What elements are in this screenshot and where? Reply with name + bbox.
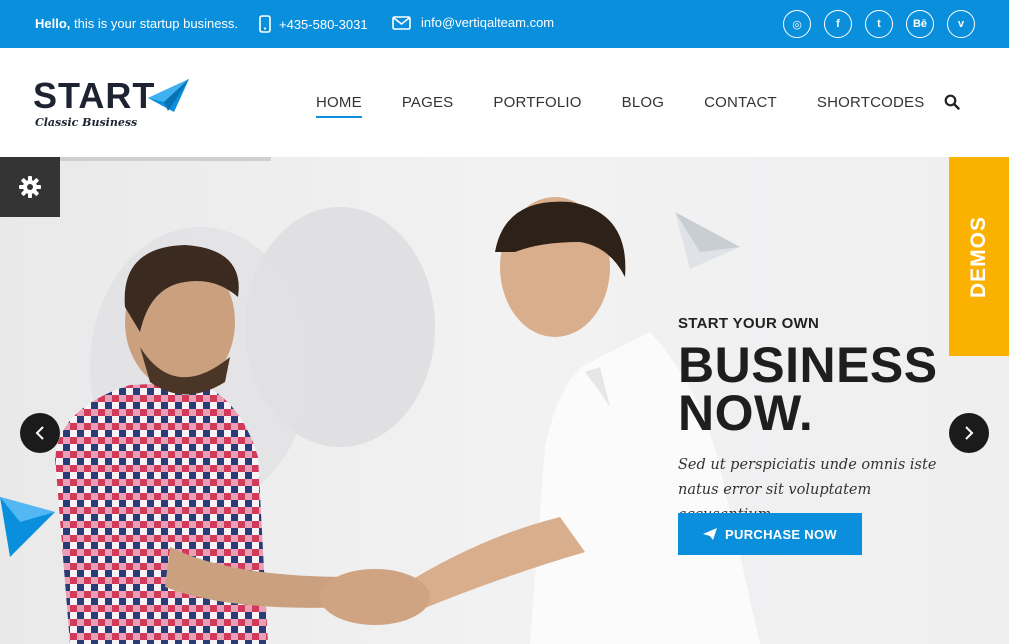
social-links: ◎ f t Bē v xyxy=(783,10,975,38)
main-nav: HOME PAGES PORTFOLIO BLOG CONTACT SHORTC… xyxy=(316,94,964,118)
hero-title-line1: BUSINESS xyxy=(678,337,938,393)
envelope-icon xyxy=(392,15,411,30)
hero-kicker: START YOUR OWN xyxy=(678,315,820,332)
settings-toggle[interactable] xyxy=(0,157,60,217)
top-email[interactable]: info@vertiqalteam.com xyxy=(392,15,554,30)
nav-shortcodes[interactable]: SHORTCODES xyxy=(817,94,925,118)
top-greeting: Hello, this is your startup business. xyxy=(35,16,239,31)
logo-wordmark: START xyxy=(33,75,156,116)
top-bar: Hello, this is your startup business. +4… xyxy=(0,0,1009,48)
demos-label: DEMOS xyxy=(967,215,991,298)
nav-blog[interactable]: BLOG xyxy=(622,94,664,118)
facebook-icon[interactable]: f xyxy=(824,10,852,38)
hero-title: BUSINESS NOW. xyxy=(678,337,938,441)
behance-icon[interactable]: Bē xyxy=(906,10,934,38)
vimeo-icon[interactable]: v xyxy=(947,10,975,38)
purchase-now-label: PURCHASE NOW xyxy=(725,526,837,542)
phone-number: +435-580-3031 xyxy=(279,16,368,32)
nav-portfolio[interactable]: PORTFOLIO xyxy=(493,94,581,118)
twitter-icon[interactable]: t xyxy=(865,10,893,38)
chevron-left-icon xyxy=(35,426,44,440)
paper-plane-icon xyxy=(703,528,718,540)
phone-icon xyxy=(259,15,271,33)
logo[interactable]: START Classic Business xyxy=(33,75,189,129)
search-icon xyxy=(944,94,960,110)
email-address: info@vertiqalteam.com xyxy=(421,15,555,30)
logo-tagline: Classic Business xyxy=(35,116,138,129)
nav-home[interactable]: HOME xyxy=(316,94,362,118)
top-phone[interactable]: +435-580-3031 xyxy=(259,15,368,33)
dribbble-icon[interactable]: ◎ xyxy=(783,10,811,38)
paper-plane-logo-icon xyxy=(148,79,189,112)
slider-next-button[interactable] xyxy=(949,413,989,453)
search-button[interactable] xyxy=(944,94,960,115)
purchase-now-button[interactable]: PURCHASE NOW xyxy=(678,513,862,555)
nav-contact[interactable]: CONTACT xyxy=(704,94,777,118)
demos-tab[interactable]: DEMOS xyxy=(949,157,1009,356)
hero-title-line2: NOW. xyxy=(678,385,814,441)
site-header: START Classic Business HOME PAGES PORTFO… xyxy=(0,48,1009,157)
nav-pages[interactable]: PAGES xyxy=(402,94,454,118)
slider-prev-button[interactable] xyxy=(20,413,60,453)
gear-icon xyxy=(19,176,41,198)
hero-slider: DEMOS START YOUR OWN BUSINESS NOW. Sed u… xyxy=(0,157,1009,644)
chevron-right-icon xyxy=(965,426,974,440)
